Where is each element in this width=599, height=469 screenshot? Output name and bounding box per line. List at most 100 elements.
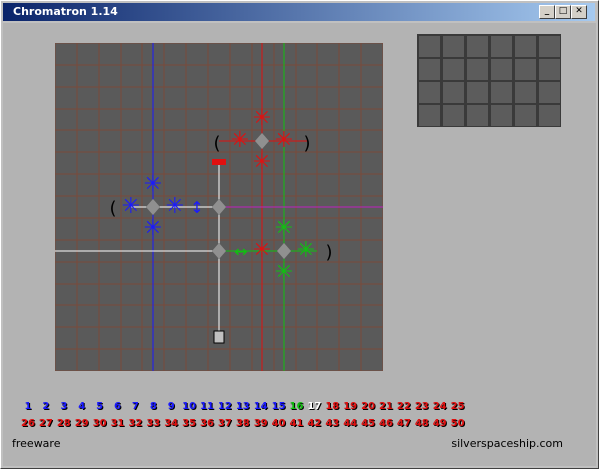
laser-emitter[interactable] [213,330,225,344]
level-1-button[interactable]: 1 [19,401,37,412]
bracket-icon: ) [325,242,332,263]
level-38-button[interactable]: 38 [234,418,252,429]
inventory-slot[interactable] [443,59,464,80]
red-target-icon: ✳ [253,150,271,175]
level-11-button[interactable]: 11 [198,401,216,412]
level-10-button[interactable]: 10 [180,401,198,412]
level-20-button[interactable]: 20 [359,401,377,412]
level-34-button[interactable]: 34 [162,418,180,429]
inventory-slot[interactable] [467,59,488,80]
inventory-slot[interactable] [491,36,512,57]
level-27-button[interactable]: 27 [37,418,55,429]
title-bar[interactable]: Chromatron 1.14 _ □ ✕ [3,3,595,21]
blue-splitter-icon[interactable]: ↕ [190,198,203,217]
green-splitter-icon[interactable]: ↔ [234,242,247,261]
minimize-button[interactable]: _ [539,5,555,19]
level-12-button[interactable]: 12 [216,401,234,412]
level-6-button[interactable]: 6 [109,401,127,412]
emitter-icon[interactable] [213,330,225,344]
inventory-slot[interactable] [539,59,560,80]
level-21-button[interactable]: 21 [377,401,395,412]
red-target-icon: ✳ [231,128,249,153]
level-43-button[interactable]: 43 [323,418,341,429]
inventory-slot[interactable] [467,36,488,57]
level-39-button[interactable]: 39 [252,418,270,429]
inventory-slot[interactable] [419,82,440,103]
level-46-button[interactable]: 46 [377,418,395,429]
green-target-icon: ✳ [297,238,315,263]
level-44-button[interactable]: 44 [341,418,359,429]
level-35-button[interactable]: 35 [180,418,198,429]
level-2-button[interactable]: 2 [37,401,55,412]
level-33-button[interactable]: 33 [144,418,162,429]
inventory-slot[interactable] [515,36,536,57]
inventory-slot[interactable] [419,36,440,57]
inventory-slot[interactable] [539,36,560,57]
inventory-slot[interactable] [467,105,488,126]
inventory-slot[interactable] [443,36,464,57]
bracket-icon: ( [109,198,116,219]
level-47-button[interactable]: 47 [395,418,413,429]
level-22-button[interactable]: 22 [395,401,413,412]
level-41-button[interactable]: 41 [288,418,306,429]
inventory-slot[interactable] [419,59,440,80]
bracket-icon: ( [213,133,220,154]
level-30-button[interactable]: 30 [91,418,109,429]
level-15-button[interactable]: 15 [270,401,288,412]
level-18-button[interactable]: 18 [323,401,341,412]
red-target-icon: ✳ [253,238,271,263]
level-5-button[interactable]: 5 [91,401,109,412]
level-45-button[interactable]: 45 [359,418,377,429]
inventory-slot[interactable] [443,82,464,103]
level-42-button[interactable]: 42 [305,418,323,429]
website-label[interactable]: silverspaceship.com [451,437,563,450]
level-24-button[interactable]: 24 [431,401,449,412]
level-25-button[interactable]: 25 [449,401,467,412]
level-31-button[interactable]: 31 [109,418,127,429]
blue-target-icon: ✳ [122,194,140,219]
level-49-button[interactable]: 49 [431,418,449,429]
level-37-button[interactable]: 37 [216,418,234,429]
inventory-slot[interactable] [419,105,440,126]
level-9-button[interactable]: 9 [162,401,180,412]
level-7-button[interactable]: 7 [126,401,144,412]
game-board[interactable]: ✳ ✳ ✳ ✳ ( ↕ ✳ ✳ ✳ ✳ ( ) ✳ ✳ ✳ ✳) ↔ [55,43,383,371]
inventory-slot[interactable] [515,105,536,126]
level-29-button[interactable]: 29 [73,418,91,429]
inventory-slot[interactable] [443,105,464,126]
level-16-button[interactable]: 16 [288,401,306,412]
level-4-button[interactable]: 4 [73,401,91,412]
level-14-button[interactable]: 14 [252,401,270,412]
green-target-icon: ✳ [275,216,293,241]
blue-target-icon: ✳ [144,172,162,197]
level-28-button[interactable]: 28 [55,418,73,429]
inventory-slot[interactable] [539,105,560,126]
window-title: Chromatron 1.14 [13,5,118,18]
red-filter-icon[interactable] [212,159,226,165]
inventory-slot[interactable] [491,105,512,126]
inventory-slot[interactable] [491,82,512,103]
level-50-button[interactable]: 50 [449,418,467,429]
close-button[interactable]: ✕ [571,5,587,19]
level-40-button[interactable]: 40 [270,418,288,429]
piece-inventory[interactable] [417,34,561,127]
red-target-icon: ✳ [275,128,293,153]
inventory-slot[interactable] [515,82,536,103]
level-26-button[interactable]: 26 [19,418,37,429]
level-48-button[interactable]: 48 [413,418,431,429]
maximize-button[interactable]: □ [555,5,571,19]
level-23-button[interactable]: 23 [413,401,431,412]
inventory-slot[interactable] [515,59,536,80]
level-3-button[interactable]: 3 [55,401,73,412]
level-17-button[interactable]: 17 [305,401,323,412]
level-13-button[interactable]: 13 [234,401,252,412]
red-target-icon: ✳ [253,106,271,131]
inventory-slot[interactable] [467,82,488,103]
inventory-slot[interactable] [539,82,560,103]
inventory-slot[interactable] [491,59,512,80]
level-36-button[interactable]: 36 [198,418,216,429]
blue-target-icon: ✳ [144,216,162,241]
level-32-button[interactable]: 32 [126,418,144,429]
level-19-button[interactable]: 19 [341,401,359,412]
level-8-button[interactable]: 8 [144,401,162,412]
